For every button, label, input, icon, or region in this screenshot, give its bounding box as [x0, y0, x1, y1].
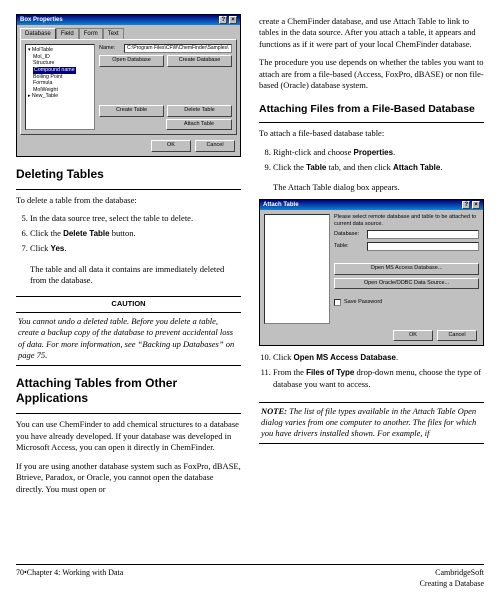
create-table-button[interactable]: Create Table	[99, 105, 164, 116]
rule	[16, 413, 241, 414]
tree-item[interactable]: Structure	[28, 60, 92, 67]
attach-table-dialog: Attach Table ? × Please select remote da…	[259, 199, 484, 347]
tree-item[interactable]: Boiling Point	[28, 74, 92, 81]
delete-table-button[interactable]: Delete Table	[167, 105, 232, 116]
table-input[interactable]	[367, 242, 479, 251]
table-list[interactable]	[264, 214, 330, 324]
caution-heading: CAUTION	[16, 297, 241, 312]
tab-field[interactable]: Field	[56, 28, 79, 39]
close-icon[interactable]: ×	[229, 16, 237, 24]
note-label: NOTE:	[261, 406, 287, 416]
open-access-button[interactable]: Open MS Access Database...	[334, 263, 479, 274]
heading-attaching-tables: Attaching Tables from Other Applications	[16, 376, 241, 405]
tree-item[interactable]: Compound name	[28, 67, 92, 74]
list-item: Click the Table tab, and then click Atta…	[273, 162, 484, 174]
dialog-title: Box Properties	[20, 16, 63, 24]
list-item: Click the Delete Table button.	[30, 228, 241, 240]
help-icon[interactable]: ?	[219, 16, 227, 24]
file-intro: To attach a file-based database table:	[259, 128, 484, 139]
attach-para-2: If you are using another database system…	[16, 461, 241, 495]
dialog-titlebar: Box Properties ? ×	[17, 15, 240, 25]
list-item: From the Files of Type drop-down menu, c…	[273, 367, 484, 390]
tab-text[interactable]: Text	[103, 28, 124, 39]
footer-right: CambridgeSoft Creating a Database	[420, 568, 484, 590]
dialog-titlebar: Attach Table ? ×	[260, 200, 483, 210]
caution-body: You cannot undo a deleted table. Before …	[16, 313, 241, 366]
tree-root[interactable]: MolTable	[28, 47, 92, 54]
close-icon[interactable]: ×	[472, 201, 480, 209]
ok-button[interactable]: OK	[151, 140, 191, 151]
list-item: Click Yes.	[30, 243, 241, 255]
checkbox-label: Save Password	[344, 299, 382, 306]
rule	[259, 122, 484, 123]
ok-button[interactable]: OK	[393, 330, 433, 341]
dialog-appears: The Attach Table dialog box appears.	[273, 182, 484, 193]
left-column: Box Properties ? × Database Field Form T…	[16, 14, 241, 558]
tree-item[interactable]: MolWeight	[28, 87, 92, 94]
delete-intro: To delete a table from the database:	[16, 195, 241, 206]
heading-file-based: Attaching Files from a File-Based Databa…	[259, 103, 484, 116]
name-label: Name:	[99, 45, 121, 52]
delete-steps: In the data source tree, select the tabl…	[30, 213, 241, 257]
right-column: create a ChemFinder database, and use At…	[259, 14, 484, 558]
dialog-message: Please select remote database and table …	[334, 214, 479, 227]
heading-deleting-tables: Deleting Tables	[16, 167, 241, 181]
cancel-button[interactable]: Cancel	[437, 330, 477, 341]
page-footer: 70•Chapter 4: Working with Data Cambridg…	[16, 564, 484, 590]
dialog-right-side: Name: C:\Program Files\CFW\ChemFinder\Sa…	[99, 44, 232, 130]
tree-item[interactable]: Mol_ID	[28, 54, 92, 61]
tab-form[interactable]: Form	[79, 28, 103, 39]
delete-result: The table and all data it contains are i…	[30, 264, 241, 287]
open-oracle-button[interactable]: Open Oracle/ODBC Data Source...	[334, 278, 479, 289]
attach-table-button[interactable]: Attach Table	[166, 119, 232, 130]
rule	[16, 189, 241, 190]
tree-item[interactable]: New_Table	[28, 93, 92, 100]
continuation-para: create a ChemFinder database, and use At…	[259, 16, 484, 50]
tab-database[interactable]: Database	[20, 28, 56, 39]
note-body: The list of file types available in the …	[261, 406, 476, 439]
database-label: Database:	[334, 231, 364, 238]
create-database-button[interactable]: Create Database	[167, 55, 232, 66]
list-item: In the data source tree, select the tabl…	[30, 213, 241, 224]
dialog-title: Attach Table	[263, 201, 299, 209]
file-steps-cont: Click Open MS Access Database. From the …	[273, 352, 484, 393]
footer-left: 70•Chapter 4: Working with Data	[16, 568, 123, 590]
caution-box: CAUTION You cannot undo a deleted table.…	[16, 296, 241, 366]
save-password-checkbox[interactable]: Save Password	[334, 299, 479, 306]
checkbox-icon	[334, 299, 341, 306]
data-source-tree[interactable]: MolTable Mol_ID Structure Compound name …	[25, 44, 95, 130]
help-icon[interactable]: ?	[462, 201, 470, 209]
attach-para-1: You can use ChemFinder to add chemical s…	[16, 419, 241, 453]
window-buttons: ? ×	[219, 16, 237, 24]
database-input[interactable]	[367, 230, 479, 239]
list-item: Right-click and choose Properties.	[273, 147, 484, 159]
cancel-button[interactable]: Cancel	[195, 140, 235, 151]
file-steps: Right-click and choose Properties. Click…	[273, 147, 484, 177]
dialog-panel: MolTable Mol_ID Structure Compound name …	[20, 39, 237, 135]
window-buttons: ? ×	[462, 201, 480, 209]
table-label: Table:	[334, 243, 364, 250]
open-database-button[interactable]: Open Database	[99, 55, 164, 66]
note-box: NOTE: The list of file types available i…	[259, 402, 484, 444]
box-properties-dialog: Box Properties ? × Database Field Form T…	[16, 14, 241, 157]
tab-strip: Database Field Form Text	[20, 28, 237, 39]
name-input[interactable]: C:\Program Files\CFW\ChemFinder\Samples\	[124, 44, 232, 53]
list-item: Click Open MS Access Database.	[273, 352, 484, 364]
procedure-para: The procedure you use depends on whether…	[259, 57, 484, 91]
tree-item[interactable]: Formula	[28, 80, 92, 87]
